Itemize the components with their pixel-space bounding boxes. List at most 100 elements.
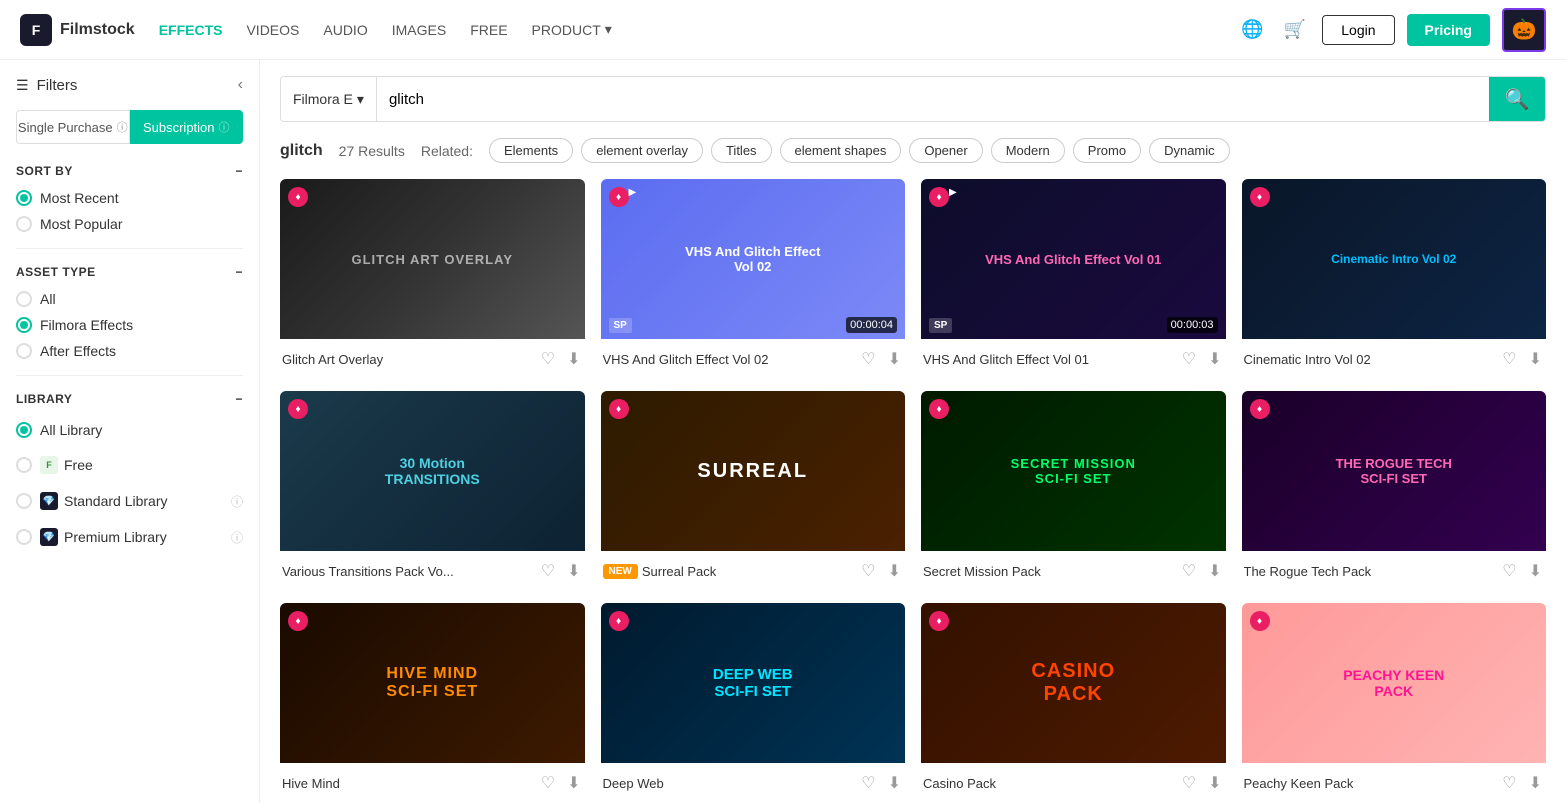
sidebar-title: Filters <box>37 77 78 94</box>
navbar: F Filmstock EFFECTS VIDEOS AUDIO IMAGES … <box>0 0 1566 60</box>
library-premium-radio[interactable] <box>16 529 32 545</box>
card-actions: ♡ ⬇ <box>1180 559 1224 583</box>
library-section: LIBRARY − All Library F Free <box>16 392 243 550</box>
like-button[interactable]: ♡ <box>1180 559 1198 583</box>
card-title: Deep Web <box>603 776 860 791</box>
download-button[interactable]: ⬇ <box>565 347 582 371</box>
asset-aftereffects[interactable]: After Effects <box>16 343 243 359</box>
card-info: NEW Surreal Pack ♡ ⬇ <box>601 551 906 587</box>
download-button[interactable]: ⬇ <box>1206 347 1223 371</box>
download-button[interactable]: ⬇ <box>565 559 582 583</box>
asset-all-radio[interactable] <box>16 291 32 307</box>
card-glitch-art-overlay[interactable]: GLITCH ART OVERLAY ♦ Glitch Art Overlay … <box>280 179 585 375</box>
card-hive-mind[interactable]: HIVE MIND SCI-FI SET ♦ Hive Mind ♡ ⬇ <box>280 603 585 799</box>
download-button[interactable]: ⬇ <box>1527 771 1544 795</box>
card-title: The Rogue Tech Pack <box>1244 564 1501 579</box>
nav-effects[interactable]: EFFECTS <box>159 22 223 38</box>
like-button[interactable]: ♡ <box>859 347 877 371</box>
tag-elements[interactable]: Elements <box>489 138 573 163</box>
like-button[interactable]: ♡ <box>859 559 877 583</box>
like-button[interactable]: ♡ <box>1500 559 1518 583</box>
cart-button[interactable]: 🛒 <box>1280 15 1310 44</box>
nav-audio[interactable]: AUDIO <box>323 22 367 38</box>
like-button[interactable]: ♡ <box>1180 347 1198 371</box>
tag-element-shapes[interactable]: element shapes <box>780 138 902 163</box>
single-info-icon: ⓘ <box>117 119 128 135</box>
library-free[interactable]: F Free <box>16 452 243 478</box>
tab-single-purchase[interactable]: Single Purchase ⓘ <box>16 110 130 144</box>
card-surreal[interactable]: SURREAL ♦ NEW Surreal Pack ♡ ⬇ <box>601 391 906 587</box>
asset-type-title: ASSET TYPE − <box>16 265 243 279</box>
card-cinematic-intro[interactable]: Cinematic Intro Vol 02 ♦ Cinematic Intro… <box>1242 179 1547 375</box>
tag-modern[interactable]: Modern <box>991 138 1065 163</box>
like-button[interactable]: ♡ <box>1180 771 1198 795</box>
globe-button[interactable]: 🌐 <box>1237 15 1267 44</box>
library-collapse-icon: − <box>235 392 243 406</box>
nav-product[interactable]: PRODUCT ▾ <box>532 21 612 38</box>
like-button[interactable]: ♡ <box>1500 347 1518 371</box>
asset-filmora[interactable]: Filmora Effects <box>16 317 243 333</box>
like-button[interactable]: ♡ <box>539 559 557 583</box>
tag-element-overlay[interactable]: element overlay <box>581 138 703 163</box>
nav-videos[interactable]: VIDEOS <box>246 22 299 38</box>
sort-by-title: SORT BY − <box>16 164 243 178</box>
download-button[interactable]: ⬇ <box>565 771 582 795</box>
tag-titles[interactable]: Titles <box>711 138 772 163</box>
thumb-content: SURREAL <box>601 391 906 551</box>
nav-images[interactable]: IMAGES <box>392 22 446 38</box>
card-rogue-tech[interactable]: THE ROGUE TECH SCI-FI SET ♦ The Rogue Te… <box>1242 391 1547 587</box>
card-transitions[interactable]: 30 Motion TRANSITIONS ♦ Various Transiti… <box>280 391 585 587</box>
tab-subscription[interactable]: Subscription ⓘ <box>130 110 244 144</box>
asset-aftereffects-radio[interactable] <box>16 343 32 359</box>
sort-popular[interactable]: Most Popular <box>16 216 243 232</box>
card-deep-web[interactable]: DEEP WEB SCI-FI SET ♦ Deep Web ♡ ⬇ <box>601 603 906 799</box>
card-vhs-vol01[interactable]: VHS And Glitch Effect Vol 01 ♦ ▶ SP 00:0… <box>921 179 1226 375</box>
library-free-radio[interactable] <box>16 457 32 473</box>
library-standard-radio[interactable] <box>16 493 32 509</box>
card-secret-mission[interactable]: SECRET MISSION SCI-FI SET ♦ Secret Missi… <box>921 391 1226 587</box>
download-button[interactable]: ⬇ <box>886 771 903 795</box>
platform-selector[interactable]: Filmora E ▾ <box>281 77 377 121</box>
tag-promo[interactable]: Promo <box>1073 138 1141 163</box>
sort-popular-radio[interactable] <box>16 216 32 232</box>
library-all-radio[interactable] <box>16 422 32 438</box>
sort-recent-radio[interactable] <box>16 190 32 206</box>
download-button[interactable]: ⬇ <box>886 347 903 371</box>
pricing-button[interactable]: Pricing <box>1407 14 1490 46</box>
download-button[interactable]: ⬇ <box>1206 559 1223 583</box>
card-casino[interactable]: CASINO PACK ♦ Casino Pack ♡ ⬇ <box>921 603 1226 799</box>
chevron-left-icon: ‹ <box>238 76 243 93</box>
card-thumb: SECRET MISSION SCI-FI SET ♦ <box>921 391 1226 551</box>
download-button[interactable]: ⬇ <box>1206 771 1223 795</box>
library-premium[interactable]: 💎 Premium Library ⓘ <box>16 524 243 550</box>
asset-type-options: All Filmora Effects After Effects <box>16 291 243 359</box>
library-all[interactable]: All Library <box>16 418 243 442</box>
tag-opener[interactable]: Opener <box>909 138 982 163</box>
card-peachy-keen[interactable]: PEACHY KEEN PACK ♦ Peachy Keen Pack ♡ ⬇ <box>1242 603 1547 799</box>
nav-free[interactable]: FREE <box>470 22 507 38</box>
premium-badge-icon: ♦ <box>609 611 629 631</box>
card-vhs-vol02[interactable]: VHS And Glitch Effect Vol 02 ♦ ▶ SP 00:0… <box>601 179 906 375</box>
tag-dynamic[interactable]: Dynamic <box>1149 138 1230 163</box>
card-actions: ♡ ⬇ <box>859 771 903 795</box>
asset-filmora-radio[interactable] <box>16 317 32 333</box>
download-button[interactable]: ⬇ <box>1527 347 1544 371</box>
sort-recent[interactable]: Most Recent <box>16 190 243 206</box>
sidebar-collapse-button[interactable]: ‹ <box>238 76 243 94</box>
library-standard[interactable]: 💎 Standard Library ⓘ <box>16 488 243 514</box>
like-button[interactable]: ♡ <box>1500 771 1518 795</box>
subscription-info-icon: ⓘ <box>219 119 230 135</box>
download-button[interactable]: ⬇ <box>886 559 903 583</box>
like-button[interactable]: ♡ <box>539 771 557 795</box>
like-button[interactable]: ♡ <box>539 347 557 371</box>
halloween-button[interactable]: 🎃 <box>1502 8 1546 52</box>
brand-logo[interactable]: F Filmstock <box>20 14 135 46</box>
search-input[interactable] <box>377 77 1489 121</box>
login-button[interactable]: Login <box>1322 15 1394 45</box>
search-button[interactable]: 🔍 <box>1489 77 1545 121</box>
download-button[interactable]: ⬇ <box>1527 559 1544 583</box>
play-icon: ▶ <box>949 187 957 198</box>
thumb-content: 30 Motion TRANSITIONS <box>280 391 585 551</box>
like-button[interactable]: ♡ <box>859 771 877 795</box>
asset-all[interactable]: All <box>16 291 243 307</box>
